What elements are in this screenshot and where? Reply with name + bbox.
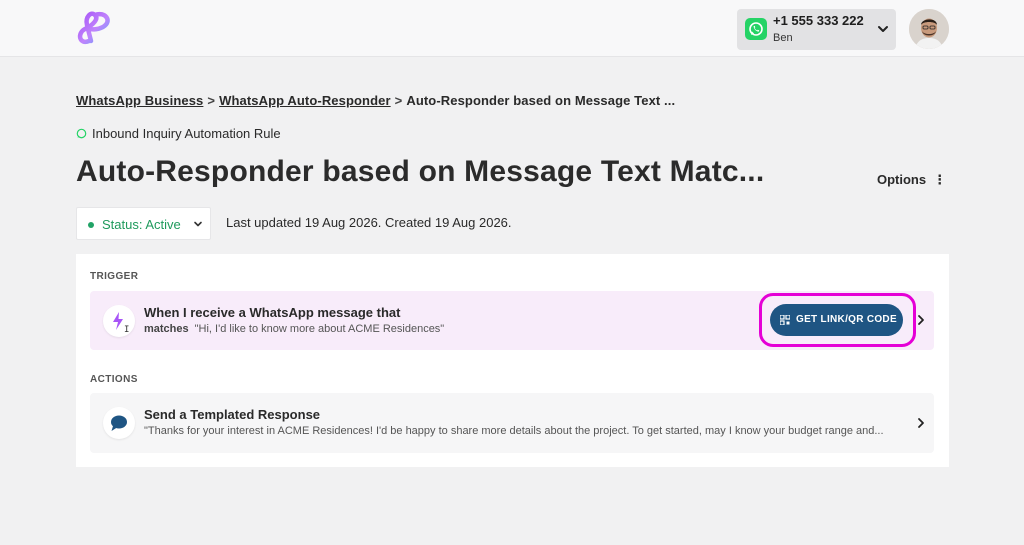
chevron-down-icon [194, 221, 202, 227]
get-link-qr-code-label: GET LINK/QR CODE [796, 314, 897, 325]
whatsapp-icon [745, 18, 767, 40]
page-title: Auto-Responder based on Message Text Mat… [76, 155, 765, 188]
trigger-condition: matches "Hi, I'd like to know more about … [144, 323, 444, 335]
chevron-right-icon[interactable] [916, 417, 926, 429]
rule-card: TRIGGER I When I receive a WhatsApp mess… [76, 254, 949, 467]
rule-subtitle: Inbound Inquiry Automation Rule [76, 126, 281, 141]
qr-code-icon [780, 315, 790, 325]
chat-bubble-icon [111, 415, 127, 431]
breadcrumb-link-auto-responder[interactable]: WhatsApp Auto-Responder [219, 93, 391, 108]
trigger-title: When I receive a WhatsApp message that [144, 305, 401, 320]
options-menu-button[interactable]: Options ⋮ [877, 172, 946, 188]
account-phone: +1 555 333 222 [773, 13, 864, 28]
status-label: Status: Active [102, 217, 181, 232]
breadcrumb-separator: > [394, 93, 403, 108]
chevron-right-icon[interactable] [916, 314, 926, 326]
action-title: Send a Templated Response [144, 407, 321, 422]
options-label: Options [877, 172, 927, 187]
trigger-section-label: TRIGGER [90, 271, 139, 282]
updated-text: Last updated 19 Aug 2026. Created 19 Aug… [226, 215, 512, 230]
breadcrumb-current: Auto-Responder based on Message Text ... [406, 93, 676, 108]
action-preview: "Thanks for your interest in ACME Reside… [144, 425, 884, 437]
action-icon-badge [103, 407, 135, 439]
lightning-icon: I [113, 312, 129, 335]
trigger-icon-badge: I [103, 305, 135, 337]
account-name: Ben [773, 32, 793, 44]
status-dot-icon [88, 222, 94, 228]
actions-section-label: ACTIONS [90, 374, 138, 385]
chevron-down-icon [878, 26, 888, 32]
more-vertical-icon: ⋮ [933, 172, 947, 187]
svg-text:I: I [124, 325, 129, 335]
trigger-row[interactable]: I When I receive a WhatsApp message that… [90, 291, 934, 350]
rule-subtitle-text: Inbound Inquiry Automation Rule [92, 126, 281, 141]
trigger-match-text: "Hi, I'd like to know more about ACME Re… [194, 323, 445, 335]
user-avatar[interactable] [909, 9, 949, 49]
breadcrumb: WhatsApp Business > WhatsApp Auto-Responde… [76, 93, 675, 108]
top-bar: +1 555 333 222 Ben [0, 0, 1024, 57]
app-logo-icon[interactable] [75, 11, 113, 47]
get-link-qr-code-button[interactable]: GET LINK/QR CODE [770, 304, 903, 336]
action-row[interactable]: Send a Templated Response "Thanks for yo… [90, 393, 934, 453]
status-dropdown[interactable]: Status: Active [76, 207, 211, 240]
account-switcher[interactable]: +1 555 333 222 Ben [737, 9, 896, 50]
breadcrumb-link-whatsapp-business[interactable]: WhatsApp Business [76, 93, 203, 108]
trigger-condition-label: matches [144, 323, 189, 335]
breadcrumb-separator: > [207, 93, 216, 108]
whatsapp-icon [76, 128, 87, 139]
